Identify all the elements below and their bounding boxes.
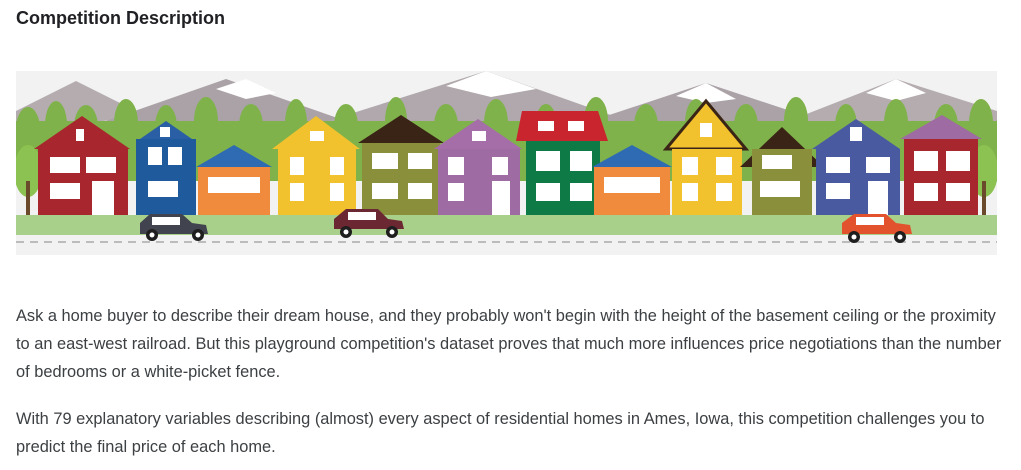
banner-illustration — [16, 71, 997, 255]
description-paragraph: With 79 explanatory variables describing… — [16, 410, 985, 456]
section-title: Competition Description — [16, 8, 226, 28]
description-paragraph: Ask a home buyer to describe their dream… — [16, 307, 1002, 381]
